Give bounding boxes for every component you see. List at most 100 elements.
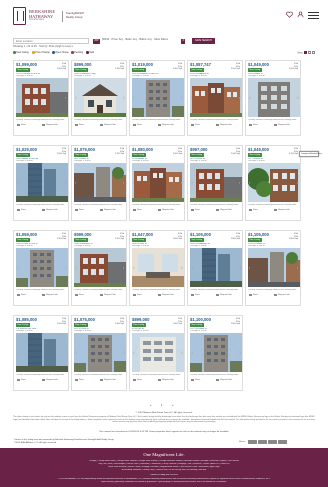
photo-next-icon[interactable]: › [65, 350, 66, 356]
listing-card[interactable]: $1,105,000 New Listing 4 Bd 3 Ba 2,800 Sqft 1… [245, 230, 301, 306]
legend-new-listing[interactable]: New Listing [13, 51, 29, 55]
footer-contact[interactable]: Contact Us Today: 866.795.3674 [14, 474, 314, 476]
request-info-checkbox[interactable] [274, 293, 277, 297]
listing-price[interactable]: $1,099,000 [16, 62, 37, 68]
request-info-label[interactable]: Request Info [46, 379, 58, 381]
listing-photo[interactable] [190, 333, 242, 372]
save-checkbox[interactable] [191, 208, 194, 212]
photo-next-icon[interactable]: › [239, 95, 240, 101]
listing-photo[interactable] [248, 248, 300, 287]
user-icon[interactable] [297, 11, 304, 18]
request-info-label[interactable]: Request Info [220, 124, 232, 126]
photo-prev-icon[interactable]: ‹ [249, 180, 250, 186]
photo-next-icon[interactable]: › [239, 350, 240, 356]
photo-prev-icon[interactable]: ‹ [75, 180, 76, 186]
photo-prev-icon[interactable]: ‹ [17, 265, 18, 271]
photo-prev-icon[interactable]: ‹ [191, 265, 192, 271]
listing-photo[interactable] [74, 163, 126, 202]
request-info-checkbox[interactable] [42, 123, 45, 127]
save-checkbox[interactable] [75, 208, 78, 212]
request-info-label[interactable]: Request Info [46, 294, 58, 296]
save-checkbox[interactable] [133, 378, 136, 382]
footer-links-services[interactable]: Buy | Sell | Rent | Find an Agent | Find… [14, 463, 314, 465]
save-checkbox[interactable] [17, 123, 20, 127]
photo-prev-icon[interactable]: ‹ [191, 350, 192, 356]
list-view-icon[interactable] [308, 51, 311, 54]
request-info-checkbox[interactable] [274, 123, 277, 127]
save-checkbox[interactable] [17, 293, 20, 297]
filter-summary[interactable]: 60610 · Price: Any · Beds: Any · Baths: … [102, 38, 168, 42]
save-label[interactable]: Save [195, 209, 200, 211]
listing-price[interactable]: $1,085,000 [16, 317, 37, 323]
listing-price[interactable]: $997,000 [190, 147, 207, 153]
listing-photo[interactable] [16, 163, 68, 202]
photo-next-icon[interactable]: › [297, 180, 298, 186]
listing-price[interactable]: $1,049,000 [248, 62, 269, 68]
listing-card[interactable]: $997,000 New Listing 3 Bd 3 Ba 2,300 Sqft 143… [187, 145, 243, 221]
request-info-checkbox[interactable] [42, 378, 45, 382]
save-label[interactable]: Save [253, 294, 258, 296]
footer-links-regions[interactable]: Chicago | Chicago North Shore | Chicago … [14, 460, 314, 462]
listing-price[interactable]: $1,049,000 [248, 147, 269, 153]
photo-prev-icon[interactable]: ‹ [133, 95, 134, 101]
listing-photo[interactable] [190, 163, 242, 202]
photo-next-icon[interactable]: › [123, 350, 124, 356]
save-checkbox[interactable] [249, 293, 252, 297]
legend-open-house[interactable]: Open House [52, 51, 69, 55]
request-info-label[interactable]: Request Info [220, 209, 232, 211]
request-info-label[interactable]: Request Info [104, 209, 116, 211]
photo-next-icon[interactable]: › [65, 265, 66, 271]
listing-photo[interactable] [248, 78, 300, 117]
save-label[interactable]: Save [79, 379, 84, 381]
listing-photo[interactable] [16, 78, 68, 117]
listing-card[interactable]: $1,085,000 New Listing 3 Bd 3 Ba 2,500 Sqft 1… [13, 315, 69, 391]
save-label[interactable]: Save [79, 124, 84, 126]
request-info-label[interactable]: Request Info [46, 209, 58, 211]
photo-prev-icon[interactable]: ‹ [191, 180, 192, 186]
request-info-label[interactable]: Request Info [220, 294, 232, 296]
listing-photo[interactable] [132, 333, 184, 372]
request-info-checkbox[interactable] [158, 378, 161, 382]
photo-prev-icon[interactable]: ‹ [133, 180, 134, 186]
menu-icon[interactable] [308, 12, 319, 19]
listing-card[interactable]: $1,100,000 New Listing 3 Bd 3 Ba 2,600 Sqft 1… [187, 315, 243, 391]
save-checkbox[interactable] [17, 378, 20, 382]
photo-next-icon[interactable]: › [181, 95, 182, 101]
save-label[interactable]: Save [195, 294, 200, 296]
request-info-checkbox[interactable] [158, 208, 161, 212]
listing-card[interactable]: $1,059,000 New Listing 3 Bd 3 Ba 2,500 Sqft 1… [13, 230, 69, 306]
request-info-label[interactable]: Request Info [162, 294, 174, 296]
save-label[interactable]: Save [253, 209, 258, 211]
save-label[interactable]: Save [195, 379, 200, 381]
photo-next-icon[interactable]: › [65, 180, 66, 186]
request-info-checkbox[interactable] [100, 208, 103, 212]
save-checkbox[interactable] [75, 123, 78, 127]
photo-next-icon[interactable]: › [181, 180, 182, 186]
listing-photo[interactable] [190, 248, 242, 287]
listing-card[interactable]: $899,000 New Listing 3 Bd 3 Ba 2,100 Sqft 145… [71, 60, 127, 136]
next-page-button[interactable]: » [172, 404, 173, 408]
photo-prev-icon[interactable]: ‹ [75, 350, 76, 356]
request-info-label[interactable]: Request Info [46, 124, 58, 126]
listing-price[interactable]: $1,105,000 [248, 232, 269, 238]
photo-next-icon[interactable]: › [123, 180, 124, 186]
share-facebook-button[interactable] [248, 440, 257, 444]
logo-icon[interactable] [13, 7, 26, 25]
save-checkbox[interactable] [249, 123, 252, 127]
listing-photo[interactable] [74, 248, 126, 287]
listing-price[interactable]: $1,059,000 [16, 232, 37, 238]
listing-card[interactable]: $1,049,000 New Listing 4 Bd 4 Ba 3,100 Sqft 1… [245, 145, 301, 221]
listing-price[interactable]: $1,105,000 [190, 232, 211, 238]
save-label[interactable]: Save [137, 379, 142, 381]
photo-prev-icon[interactable]: ‹ [17, 350, 18, 356]
photo-prev-icon[interactable]: ‹ [133, 350, 134, 356]
share-print-button[interactable] [278, 440, 287, 444]
save-checkbox[interactable] [75, 378, 78, 382]
save-label[interactable]: Save [21, 379, 26, 381]
request-info-label[interactable]: Request Info [162, 124, 174, 126]
listing-photo[interactable] [16, 248, 68, 287]
request-info-label[interactable]: Request Info [104, 379, 116, 381]
save-checkbox[interactable] [133, 208, 136, 212]
footer-links-legal[interactable]: Accessibility Statement | Privacy Policy… [14, 469, 314, 471]
save-label[interactable]: Save [137, 294, 142, 296]
